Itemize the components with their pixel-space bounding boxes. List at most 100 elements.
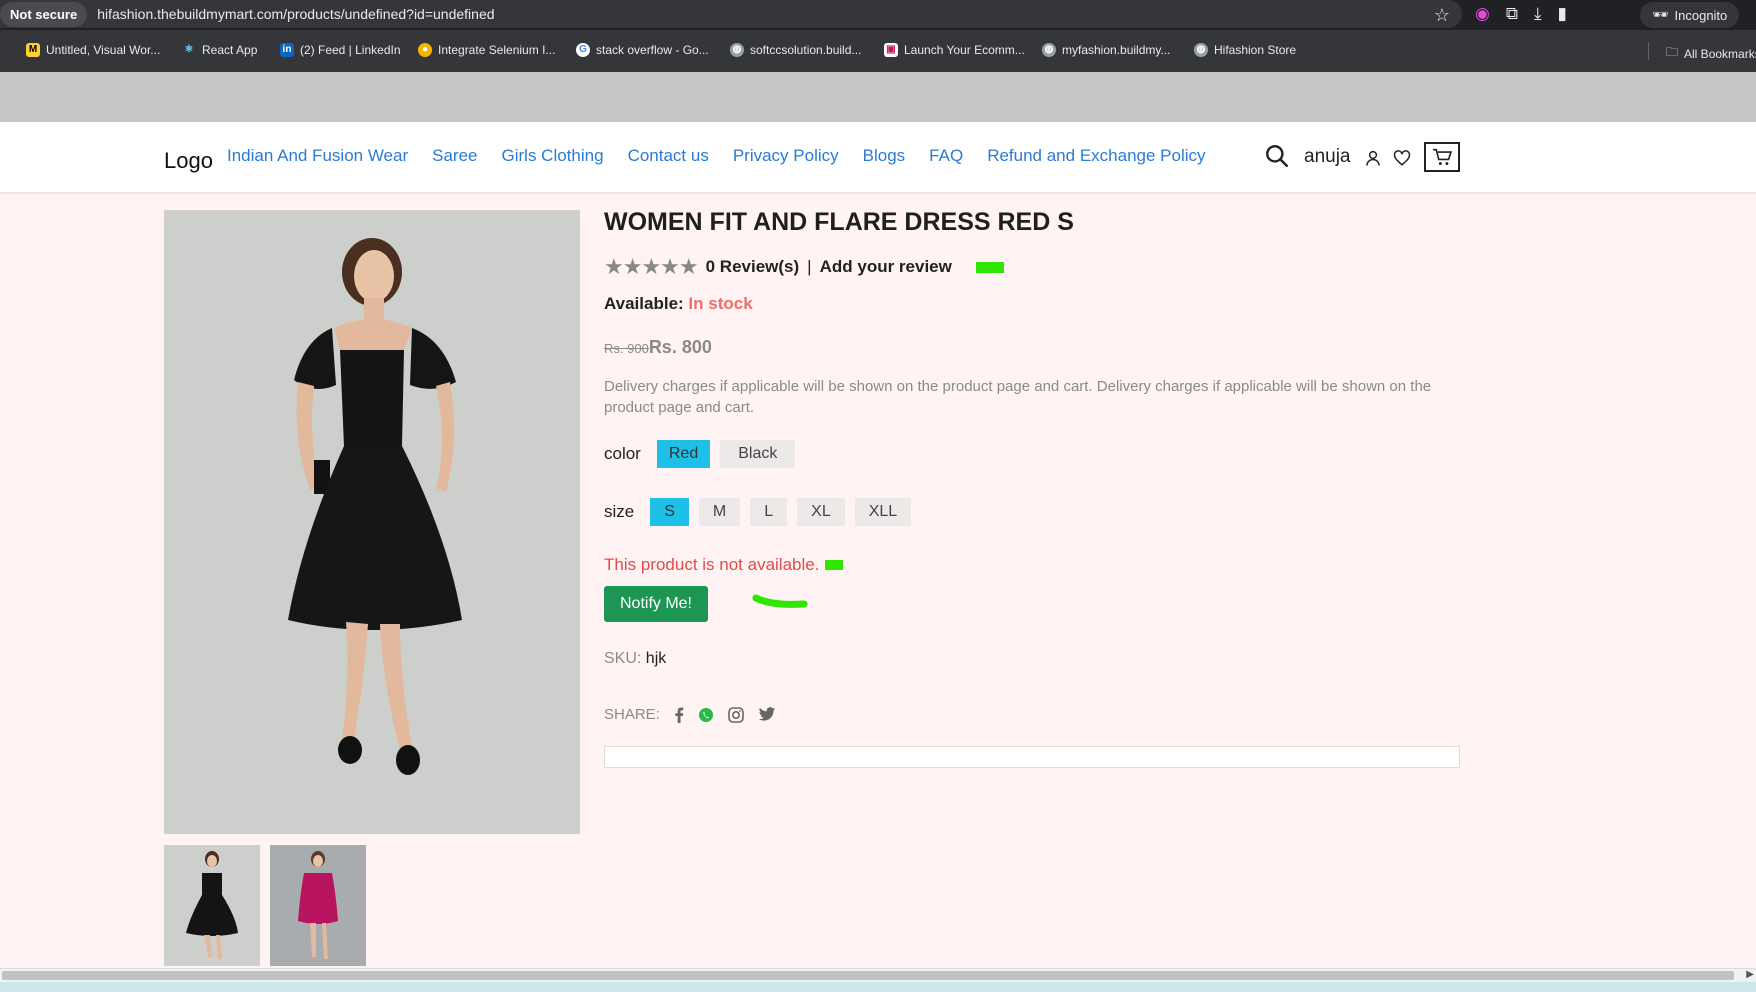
stock-status: In stock (688, 294, 753, 313)
product-description: Delivery charges if applicable will be s… (604, 378, 1432, 416)
site-header: Logo Indian And Fusion Wear Saree Girls … (0, 122, 1756, 194)
nav-indian-fusion-wear[interactable]: Indian And Fusion Wear (227, 146, 408, 166)
color-selector: color Red Black (604, 440, 801, 468)
google-icon: G (576, 43, 590, 57)
availability-label: Available: (604, 294, 684, 313)
dress-photo (164, 210, 580, 834)
extensions-puzzle-icon[interactable]: ⧉ (1506, 4, 1518, 24)
bookmark-item[interactable]: ⚛ React App (182, 43, 258, 57)
green-annotation-mark (975, 261, 1004, 273)
old-price: Rs. 900 (604, 341, 649, 356)
heart-icon[interactable] (1393, 149, 1411, 167)
site-logo[interactable]: Logo (164, 148, 213, 174)
react-icon: ⚛ (184, 44, 194, 55)
color-option-black[interactable]: Black (720, 440, 796, 468)
unavailable-message: This product is not available. (604, 555, 844, 575)
bookmark-item[interactable]: ● Integrate Selenium I... (418, 43, 555, 57)
sku-label: SKU: (604, 650, 642, 667)
user-icon[interactable] (1364, 149, 1382, 167)
username-label[interactable]: anuja (1304, 146, 1351, 168)
bookmark-item[interactable]: ◍ myfashion.buildmy... (1042, 43, 1171, 57)
availability: Available: In stock (604, 294, 753, 314)
top-banner-area (0, 72, 1756, 122)
instagram-icon[interactable] (728, 706, 744, 723)
facebook-icon[interactable] (674, 707, 684, 723)
security-indicator[interactable]: Not secure (0, 1, 88, 27)
size-option-s[interactable]: S (650, 498, 689, 526)
folder-icon: 🗀 (1666, 45, 1679, 59)
bookmark-item[interactable]: ▣ Launch Your Ecomm... (884, 43, 1025, 57)
whatsapp-icon[interactable] (698, 707, 714, 723)
nav-saree[interactable]: Saree (432, 146, 477, 166)
url-text[interactable]: hifashion.thebuildmymart.com/products/un… (97, 6, 494, 22)
globe-icon: ◍ (730, 43, 744, 57)
incognito-label: Incognito (1674, 7, 1728, 23)
bookmarks-bar: M Untitled, Visual Wor... ⚛ React App in (2… (0, 30, 1756, 72)
download-icon[interactable]: ⤓ (1534, 4, 1542, 24)
bookmark-item[interactable]: ◍ softccsolution.build... (730, 43, 861, 57)
browser-toolbar: Not secure hifashion.thebuildmymart.com/… (0, 0, 1756, 30)
green-annotation-mark (825, 560, 844, 570)
sku-value: hjk (645, 650, 667, 667)
product-thumbnail[interactable] (270, 845, 366, 966)
cart-icon (1433, 148, 1452, 166)
product-thumbnail[interactable] (164, 845, 260, 966)
size-selector: size S M L XL XLL (604, 498, 917, 526)
star-rating-icon: ★★★★★ (604, 254, 699, 279)
thumbnail-pink-dress (270, 845, 366, 966)
product-main-image[interactable] (164, 210, 580, 834)
product-title: WOMEN FIT AND FLARE DRESS RED S (604, 208, 1074, 236)
current-price: Rs. 800 (648, 337, 712, 357)
horizontal-scrollbar[interactable]: ▶ (0, 968, 1756, 982)
unavailable-text: This product is not available. (604, 555, 820, 574)
twitter-icon[interactable] (758, 707, 776, 722)
store-icon: ▣ (884, 43, 898, 57)
address-bar[interactable]: Not secure hifashion.thebuildmymart.com/… (0, 0, 1462, 28)
sku: SKU: hjk (604, 650, 666, 668)
color-extension-icon[interactable]: ◉ (1475, 4, 1490, 24)
nav-blogs[interactable]: Blogs (863, 146, 906, 166)
separator: | (807, 257, 812, 276)
share-label: SHARE: (604, 706, 660, 723)
rating-row: ★★★★★ 0 Review(s) | Add your review (604, 254, 1004, 280)
search-icon[interactable] (1264, 143, 1290, 169)
nav-faq[interactable]: FAQ (929, 146, 963, 166)
bookmark-item[interactable]: M Untitled, Visual Wor... (26, 43, 160, 57)
bookmarks-divider (1648, 42, 1649, 60)
add-review-link[interactable]: Add your review (820, 257, 952, 277)
bookmark-star-icon[interactable]: ☆ (1434, 5, 1450, 26)
review-count[interactable]: 0 Review(s) (706, 257, 800, 277)
bookmark-item[interactable]: ◍ Hifashion Store (1194, 43, 1296, 57)
cart-button[interactable] (1424, 142, 1460, 172)
notify-me-button[interactable]: Notify Me! (604, 586, 708, 622)
size-label: size (604, 502, 635, 521)
all-bookmarks[interactable]: 🗀 All Bookmarks (1666, 43, 1756, 64)
chrome-icon: ● (418, 43, 432, 57)
price: Rs. 900Rs. 800 (604, 337, 712, 358)
size-option-xl[interactable]: XL (797, 498, 845, 526)
main-nav: Indian And Fusion Wear Saree Girls Cloth… (227, 146, 1206, 166)
incognito-icon: 🕶 (1652, 7, 1669, 22)
globe-icon: ◍ (1194, 43, 1208, 57)
scroll-right-arrow-icon[interactable]: ▶ (1746, 969, 1754, 980)
nav-refund-policy[interactable]: Refund and Exchange Policy (987, 146, 1205, 166)
bookmark-item[interactable]: Gstack overflow - Go... (576, 43, 709, 57)
nav-privacy-policy[interactable]: Privacy Policy (733, 146, 839, 166)
size-option-xll[interactable]: XLL (854, 498, 912, 526)
miro-icon: M (26, 43, 40, 57)
size-option-m[interactable]: M (698, 498, 741, 526)
nav-girls-clothing[interactable]: Girls Clothing (502, 146, 604, 166)
extension-icons: ◉ ⧉ ⤓ ▮ (1475, 4, 1567, 24)
linkedin-icon: in (280, 43, 294, 57)
side-panel-icon[interactable]: ▮ (1558, 4, 1567, 24)
thumbnail-black-dress (164, 845, 260, 966)
taskbar-strip (0, 982, 1756, 992)
scrollbar-thumb[interactable] (2, 971, 1734, 980)
incognito-badge[interactable]: 🕶 Incognito (1640, 2, 1740, 28)
color-label: color (604, 444, 641, 463)
bookmark-item[interactable]: in (2) Feed | LinkedIn (280, 43, 401, 57)
color-option-red[interactable]: Red (656, 440, 711, 468)
size-option-l[interactable]: L (750, 498, 788, 526)
globe-icon: ◍ (1042, 43, 1056, 57)
nav-contact-us[interactable]: Contact us (628, 146, 709, 166)
